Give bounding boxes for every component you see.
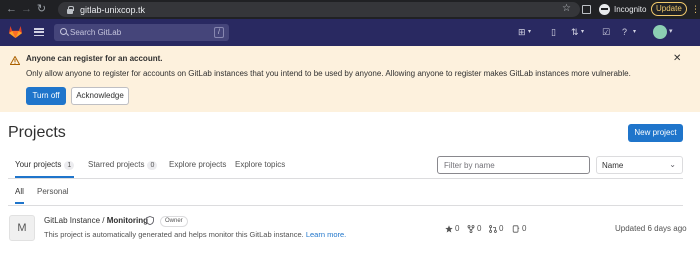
role-badge: Owner: [160, 216, 188, 227]
todo-icon[interactable]: ☑: [602, 27, 610, 38]
shield-icon: [146, 216, 154, 225]
chevron-down-icon[interactable]: ▾: [633, 27, 636, 38]
update-button[interactable]: Update: [651, 2, 687, 16]
tab-search-icon[interactable]: [582, 5, 591, 14]
fork-icon: [467, 224, 475, 233]
chevron-down-icon: ⌄: [669, 160, 676, 169]
address-bar[interactable]: gitlab-unixcop.tk: [58, 2, 580, 17]
filter-by-name-input[interactable]: Filter by name: [437, 156, 590, 174]
incognito-label: Incognito: [614, 5, 647, 14]
reload-icon[interactable]: ↻: [34, 0, 49, 19]
tab-explore-topics[interactable]: Explore topics: [235, 160, 285, 178]
bookmark-star-icon[interactable]: ☆: [562, 3, 571, 14]
fork-count-value: 0: [477, 224, 482, 233]
tabs-divider: [8, 178, 683, 179]
tab-label: Starred projects: [88, 160, 145, 169]
create-new-icon[interactable]: ⊞: [518, 27, 526, 38]
tab-explore-projects[interactable]: Explore projects: [169, 160, 226, 178]
subtabs-divider: [8, 205, 683, 206]
chevron-down-icon[interactable]: ▾: [528, 27, 531, 38]
new-project-button[interactable]: New project: [628, 124, 683, 142]
tab-your-projects[interactable]: Your projects 1: [15, 160, 75, 178]
menu-icon[interactable]: [34, 28, 44, 37]
search-shortcut-key: /: [214, 27, 224, 38]
url-text: gitlab-unixcop.tk: [80, 4, 146, 15]
back-icon[interactable]: ←: [4, 0, 19, 19]
merge-request-count-value: 0: [499, 224, 504, 233]
incognito-icon: [599, 4, 610, 15]
gitlab-top-nav: Search GitLab / ⊞ ▾ ▯ ⇅ ▾ ☑ ? ▾ ▾: [0, 19, 700, 46]
alert-title: Anyone can register for an account.: [26, 54, 163, 63]
user-avatar[interactable]: [653, 25, 667, 39]
alert-message: Only allow anyone to register for accoun…: [26, 69, 631, 78]
issues-icon: [512, 224, 520, 233]
help-icon[interactable]: ?: [622, 27, 627, 38]
tab-label: Your projects: [15, 160, 62, 169]
issues-icon[interactable]: ▯: [551, 27, 556, 38]
search-input[interactable]: Search GitLab /: [54, 24, 229, 41]
issue-count-value: 0: [522, 224, 527, 233]
page-title: Projects: [8, 124, 66, 141]
registration-warning-alert: Anyone can register for an account. Only…: [0, 46, 700, 112]
project-description: This project is automatically generated …: [44, 230, 346, 239]
browser-toolbar: ← → ↻ gitlab-unixcop.tk ☆ Incognito Upda…: [0, 0, 700, 19]
tab-label: Explore projects: [169, 160, 227, 169]
chevron-down-icon[interactable]: ▾: [581, 27, 584, 38]
merge-request-icon: [489, 224, 497, 233]
description-text: This project is automatically generated …: [44, 230, 304, 239]
tab-count-badge: 0: [147, 161, 158, 170]
tab-count-badge: 1: [64, 161, 75, 170]
project-namespace: GitLab Instance /: [44, 216, 107, 225]
turn-off-button[interactable]: Turn off: [26, 87, 66, 105]
subtab-personal[interactable]: Personal: [37, 187, 69, 204]
learn-more-link[interactable]: Learn more.: [306, 230, 346, 239]
project-avatar[interactable]: M: [9, 215, 35, 241]
merge-request-count[interactable]: 0: [489, 224, 503, 233]
subtab-all[interactable]: All: [15, 187, 24, 204]
updated-timestamp: Updated 6 days ago: [615, 224, 687, 233]
lock-icon[interactable]: [66, 5, 74, 14]
chevron-down-icon[interactable]: ▾: [669, 27, 673, 35]
tab-starred-projects[interactable]: Starred projects 0: [88, 160, 158, 178]
forward-icon[interactable]: →: [19, 0, 34, 19]
search-icon: [60, 28, 67, 35]
search-placeholder: Search GitLab: [70, 28, 122, 37]
warning-icon: [10, 56, 20, 65]
merge-requests-icon[interactable]: ⇅: [571, 27, 579, 38]
tab-label: Explore topics: [235, 160, 286, 169]
acknowledge-button[interactable]: Acknowledge: [71, 87, 129, 105]
star-icon: [445, 224, 453, 232]
sort-dropdown[interactable]: Name ⌄: [596, 156, 683, 174]
star-count-value: 0: [455, 224, 460, 233]
gitlab-logo-icon[interactable]: [9, 26, 22, 38]
project-name: Monitoring: [106, 216, 149, 225]
close-icon[interactable]: ✕: [673, 53, 681, 64]
star-count[interactable]: 0: [445, 224, 459, 233]
sort-selected-value: Name: [602, 161, 624, 170]
project-name-link[interactable]: GitLab Instance / Monitoring: [44, 216, 148, 225]
fork-count[interactable]: 0: [467, 224, 481, 233]
browser-menu-icon[interactable]: ⋮: [691, 4, 700, 14]
issue-count[interactable]: 0: [512, 224, 526, 233]
filter-placeholder: Filter by name: [444, 161, 495, 170]
